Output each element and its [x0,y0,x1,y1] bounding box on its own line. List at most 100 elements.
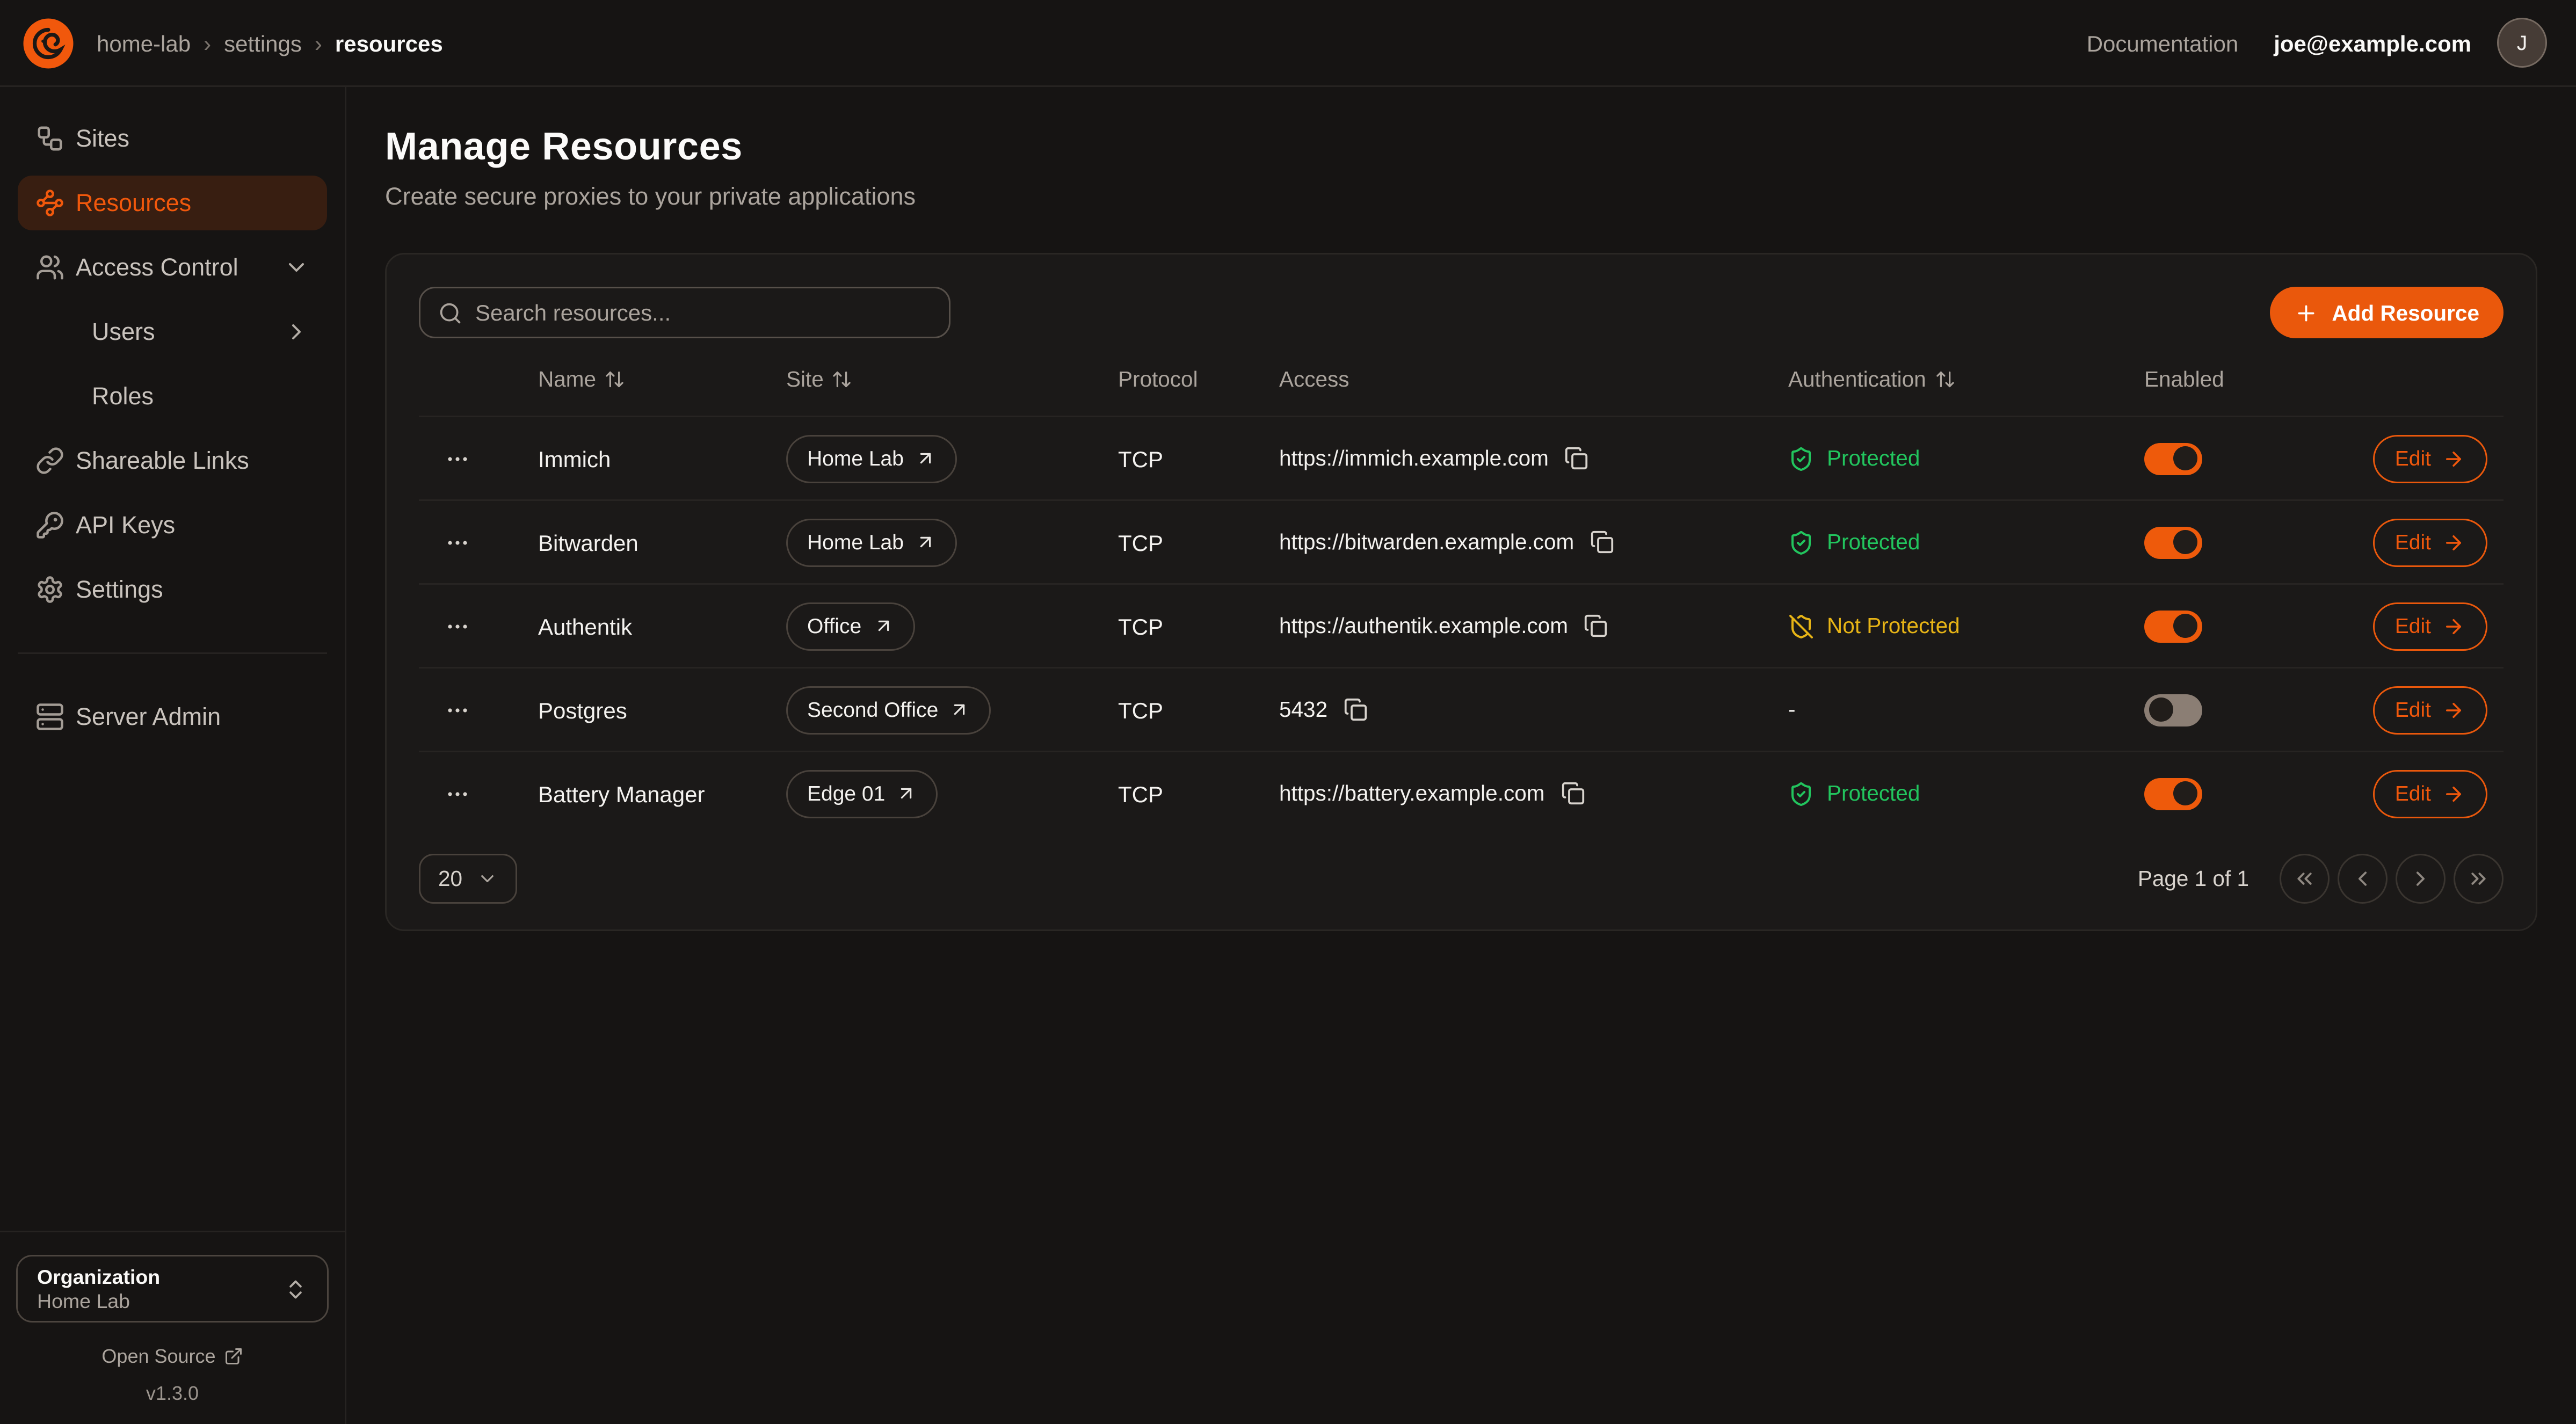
organization-selector[interactable]: Organization Home Lab [16,1255,329,1323]
toggle-knob [2173,446,2197,470]
edit-button[interactable]: Edit [2372,518,2487,566]
shield-check-icon [1788,781,1814,807]
row-menu-button[interactable] [419,613,496,639]
page-info: Page 1 of 1 [2138,867,2249,891]
auth-status: Protected [1827,446,1920,470]
resource-protocol: TCP [1076,613,1237,639]
enabled-toggle[interactable] [2144,610,2202,642]
arrow-up-right-icon [915,532,936,553]
row-menu-button[interactable] [419,529,496,555]
auth-status: Protected [1827,530,1920,554]
edit-button[interactable]: Edit [2372,602,2487,650]
site-link[interactable]: Office [786,602,915,650]
topbar-right: Documentation joe@example.com J [2087,18,2547,68]
copy-button[interactable] [1344,698,1368,722]
sidebar-item-roles[interactable]: Roles [18,369,327,424]
sidebar-item-sites[interactable]: Sites [18,111,327,166]
column-header-authentication[interactable]: Authentication [1753,367,2075,391]
column-header-site[interactable]: Site [770,367,1076,391]
toggle-knob [2149,698,2173,722]
table-toolbar: Add Resource [419,287,2504,338]
table-header: Name Site Protocol Access Authentication… [419,342,2504,416]
ellipsis-icon [445,529,470,555]
add-resource-button[interactable]: Add Resource [2270,287,2504,338]
enabled-toggle[interactable] [2144,694,2202,726]
chevron-right-icon [2408,867,2433,891]
page-subtitle: Create secure proxies to your private ap… [385,184,2537,211]
next-page-button[interactable] [2396,854,2446,904]
open-source-link[interactable]: Open Source [16,1345,329,1368]
breadcrumb-separator-icon: › [204,30,211,56]
sidebar-item-label: Shareable Links [76,447,249,475]
breadcrumb: home-lab › settings › resources [97,30,443,56]
version-label: v1.3.0 [16,1382,329,1405]
edit-button[interactable]: Edit [2372,434,2487,483]
resource-protocol: TCP [1076,529,1237,555]
sort-icon [604,368,625,389]
sidebar-item-settings[interactable]: Settings [18,562,327,617]
page-title: Manage Resources [385,126,2537,171]
page-size-select[interactable]: 20 [419,854,517,904]
search-input[interactable] [475,300,931,325]
enabled-toggle[interactable] [2144,442,2202,475]
copy-icon [1565,446,1589,470]
copy-button[interactable] [1584,614,1608,638]
enabled-toggle[interactable] [2144,778,2202,810]
pangolin-logo[interactable] [23,17,74,69]
breadcrumb-resources[interactable]: resources [335,30,443,56]
copy-button[interactable] [1561,781,1585,805]
column-header-name[interactable]: Name [496,367,770,391]
site-link[interactable]: Second Office [786,686,991,734]
previous-page-button[interactable] [2338,854,2388,904]
copy-button[interactable] [1565,446,1589,470]
resource-access-url: https://bitwarden.example.com [1279,530,1574,554]
first-page-button[interactable] [2280,854,2330,904]
site-link[interactable]: Home Lab [786,434,957,483]
row-menu-button[interactable] [419,781,496,807]
table-row: Immich Home Lab TCP https://immich.examp… [419,416,2504,499]
arrow-right-icon [2442,615,2465,637]
avatar[interactable]: J [2497,18,2547,68]
resource-access-url: https://battery.example.com [1279,781,1544,805]
sidebar-item-label: Users [92,318,155,346]
column-header-protocol: Protocol [1076,367,1237,391]
toggle-knob [2173,781,2197,805]
site-link[interactable]: Home Lab [786,518,957,566]
edit-button[interactable]: Edit [2372,686,2487,734]
page-size-value: 20 [438,867,462,891]
app-root: home-lab › settings › resources Document… [0,0,2576,1424]
resource-name: Postgres [496,697,770,723]
plus-icon [2295,301,2319,325]
resource-name: Authentik [496,613,770,639]
edit-button[interactable]: Edit [2372,769,2487,818]
last-page-button[interactable] [2454,854,2504,904]
copy-icon [1590,530,1614,554]
site-link[interactable]: Edge 01 [786,769,938,818]
sidebar-item-access-control[interactable]: Access Control [18,240,327,295]
sidebar-item-server-admin[interactable]: Server Admin [18,689,327,744]
chevron-left-icon [2350,867,2375,891]
sidebar-item-label: Sites [76,125,129,152]
user-email[interactable]: joe@example.com [2274,30,2471,56]
resource-protocol: TCP [1076,446,1237,471]
breadcrumb-org[interactable]: home-lab [97,30,191,56]
sidebar-item-label: Server Admin [76,703,221,731]
breadcrumb-settings[interactable]: settings [224,30,302,56]
sidebar-item-resources[interactable]: Resources [18,176,327,230]
organization-label: Organization [37,1266,160,1288]
enabled-toggle[interactable] [2144,526,2202,558]
sort-icon [1934,368,1955,389]
chevrons-right-icon [2466,867,2491,891]
auth-status: - [1788,698,1796,722]
sidebar-item-users[interactable]: Users [18,304,327,359]
main-content: Manage Resources Create secure proxies t… [346,87,2576,1424]
search-box [419,287,950,338]
row-menu-button[interactable] [419,446,496,471]
sidebar-item-api-keys[interactable]: API Keys [18,498,327,553]
arrow-right-icon [2442,699,2465,721]
copy-button[interactable] [1590,530,1614,554]
documentation-link[interactable]: Documentation [2087,30,2239,56]
search-icon [438,301,462,325]
row-menu-button[interactable] [419,697,496,723]
sidebar-item-shareable-links[interactable]: Shareable Links [18,433,327,488]
